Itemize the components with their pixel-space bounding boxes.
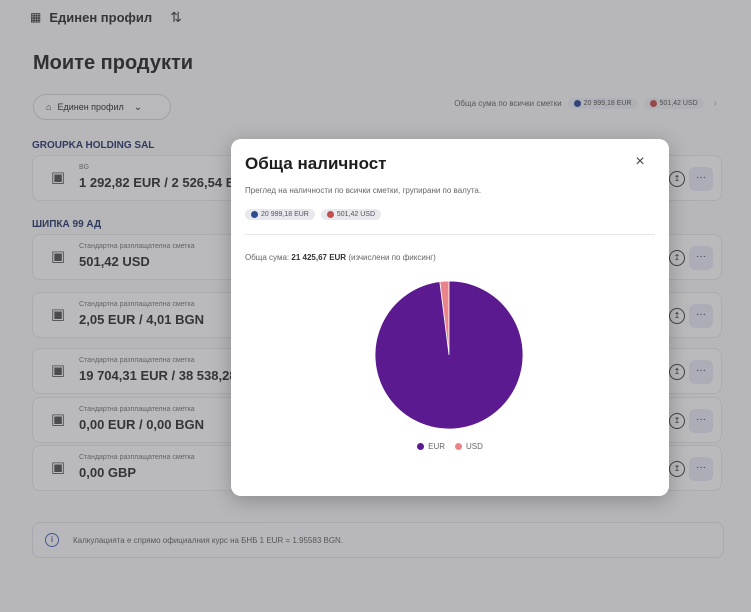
currency-chip-usd: 501,42 USD <box>320 209 382 220</box>
sum-value: 21 425,67 EUR <box>291 253 347 262</box>
eur-dot <box>251 211 258 218</box>
modal-description: Преглед на наличности по всички сметки, … <box>245 186 482 195</box>
modal-currency-chips: 20 999,18 EUR 501,42 USD <box>245 209 382 220</box>
legend-swatch <box>455 443 462 450</box>
sum-note: (изчислени по фиксинг) <box>348 253 436 262</box>
legend-swatch <box>417 443 425 450</box>
close-icon[interactable]: × <box>631 153 649 171</box>
currency-chip-eur: 20 999,18 EUR <box>245 209 315 220</box>
chip-text: 20 999,18 EUR <box>261 211 309 218</box>
currency-pie-chart <box>374 280 524 430</box>
modal-title: Обща наличност <box>245 154 387 173</box>
legend-item-eur[interactable]: EUR <box>417 442 445 451</box>
chip-text: 501,42 USD <box>336 211 376 218</box>
total-sum: Обща сума: 21 425,67 EUR (изчислени по ф… <box>245 253 436 262</box>
total-balance-modal: Обща наличност × Преглед на наличности п… <box>231 139 669 496</box>
divider <box>245 234 655 235</box>
legend-label: USD <box>466 442 483 451</box>
pie-slice-eur[interactable] <box>374 280 524 430</box>
sum-label: Обща сума: <box>245 253 290 262</box>
legend-item-usd[interactable]: USD <box>455 442 483 451</box>
chart-legend: EUR USD <box>231 442 669 451</box>
usd-dot <box>326 211 334 218</box>
legend-label: EUR <box>428 442 445 451</box>
